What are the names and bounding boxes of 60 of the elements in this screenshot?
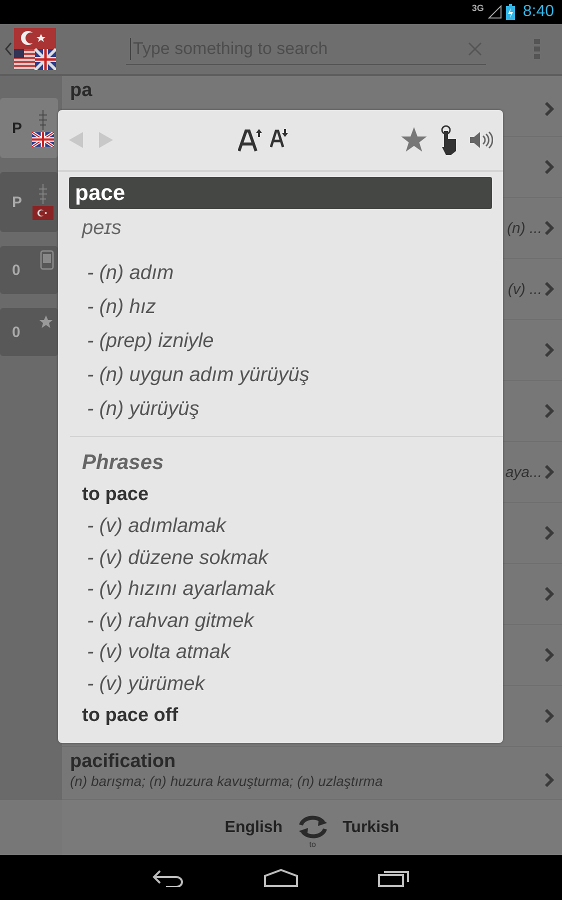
phrases-heading: Phrases xyxy=(82,450,165,476)
signal-icon xyxy=(488,5,502,19)
word-title: pa xyxy=(70,80,94,102)
battery-icon xyxy=(506,4,515,20)
chevron-icon xyxy=(544,160,554,174)
phrase-meaning: - (v) rahvan gitmek xyxy=(87,608,256,634)
pronunciation: peɪs xyxy=(82,217,122,240)
back-icon[interactable] xyxy=(152,868,184,886)
meaning: - (n) hız xyxy=(87,295,157,320)
sidebar-tab[interactable]: P xyxy=(0,98,58,158)
swap-icon[interactable] xyxy=(296,814,329,840)
chevron-icon xyxy=(544,709,554,723)
star-icon xyxy=(38,314,54,330)
chevron-icon xyxy=(544,587,554,601)
meaning: - (prep) izniyle xyxy=(87,329,215,354)
font-increase-icon[interactable] xyxy=(238,128,262,152)
chevron-icon xyxy=(544,221,554,235)
sidebar-tab[interactable]: 0 xyxy=(0,308,58,356)
phrase-meaning: - (v) yürümek xyxy=(87,672,206,696)
source-language[interactable]: English xyxy=(224,818,283,836)
chevron-icon xyxy=(544,343,554,357)
chevron-icon xyxy=(544,648,554,662)
phrase-meaning: - (v) volta atmak xyxy=(87,640,232,665)
translation-snippet: (n) barışma; (n) huzura kavuşturma; (n) uzlaştırma xyxy=(70,773,383,789)
sidebar-tab[interactable]: P xyxy=(0,172,58,232)
chevron-icon xyxy=(544,404,554,418)
tap-icon[interactable] xyxy=(439,125,459,155)
chevron-icon xyxy=(544,526,554,540)
phrase-meaning: - (v) hızını ayarlamak xyxy=(87,577,276,602)
to-label: to xyxy=(309,840,316,849)
phrase: to pace off xyxy=(82,704,180,728)
font-decrease-icon[interactable] xyxy=(270,128,288,148)
target-language[interactable]: Turkish xyxy=(342,818,400,836)
phrase-meaning: - (v) adımlamak xyxy=(87,514,228,539)
chevron-icon xyxy=(544,102,554,116)
phone-icon xyxy=(40,250,54,270)
speaker-icon[interactable] xyxy=(469,130,493,150)
translation-snippet: (n) ... xyxy=(506,220,542,236)
headword: pace xyxy=(69,177,492,209)
phrase: to pace xyxy=(82,483,150,507)
star-icon[interactable] xyxy=(399,126,429,154)
uk-flag-icon xyxy=(32,132,54,146)
chevron-icon xyxy=(544,282,554,296)
recent-apps-icon[interactable] xyxy=(378,868,410,886)
app-logo-icon[interactable] xyxy=(14,28,56,70)
meaning: - (n) adım xyxy=(87,261,175,286)
meaning: - (n) yürüyüş xyxy=(87,397,200,422)
clock: 8:40 xyxy=(522,3,554,21)
translation-snippet: (v) ... xyxy=(508,280,542,298)
word-title: pacification xyxy=(70,751,177,773)
translation-snippet: aya... xyxy=(505,464,542,480)
back-caret-icon[interactable] xyxy=(4,42,12,56)
turkey-flag-icon xyxy=(32,206,54,220)
meaning: - (n) uygun adım yürüyüş xyxy=(87,363,310,388)
chevron-icon xyxy=(544,773,554,787)
home-icon[interactable] xyxy=(264,868,298,886)
chevron-icon xyxy=(544,465,554,479)
phrase-meaning: - (v) düzene sokmak xyxy=(87,546,270,570)
network-type: 3G xyxy=(472,3,484,13)
sidebar-tab[interactable]: 0 xyxy=(0,246,58,294)
